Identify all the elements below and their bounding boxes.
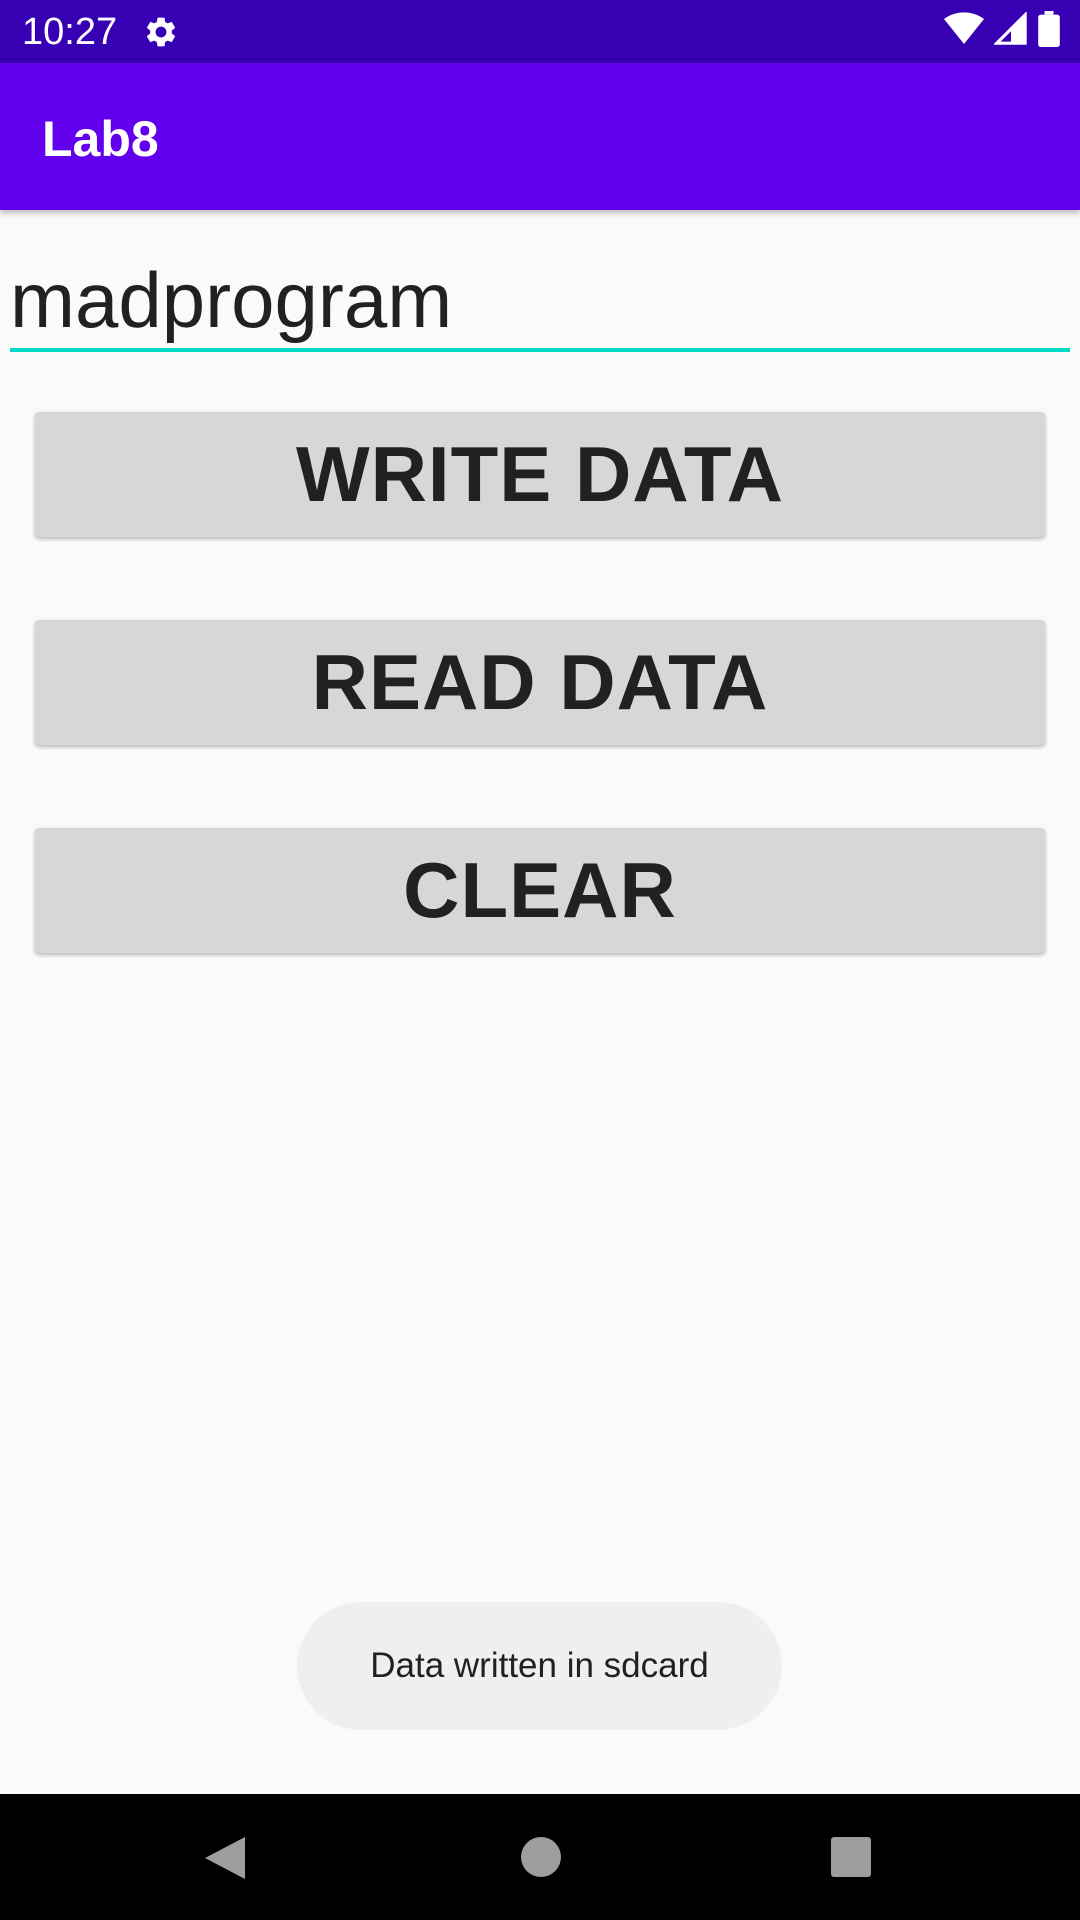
wifi-icon: [944, 11, 984, 51]
status-icons: [944, 10, 1060, 52]
recents-icon[interactable]: [831, 1837, 871, 1877]
write-data-button[interactable]: WRITE DATA: [35, 412, 1045, 537]
clear-button[interactable]: CLEAR: [35, 828, 1045, 953]
signal-icon: [993, 10, 1028, 51]
app-bar: Lab8: [0, 63, 1080, 210]
gear-icon: [143, 14, 179, 50]
app-title: Lab8: [42, 111, 159, 167]
app-screen: 10:27 Lab8 madprogram WRITE DATA READ DA…: [0, 0, 1080, 1920]
navigation-bar: [0, 1794, 1080, 1920]
toast-message: Data written in sdcard: [297, 1602, 782, 1730]
status-bar: 10:27: [0, 0, 1080, 63]
data-input-value[interactable]: madprogram: [10, 254, 452, 346]
read-data-button[interactable]: READ DATA: [35, 620, 1045, 745]
battery-icon: [1038, 10, 1060, 52]
status-time: 10:27: [22, 11, 118, 53]
data-input-field[interactable]: madprogram: [10, 236, 1070, 352]
home-icon[interactable]: [521, 1837, 561, 1877]
back-icon[interactable]: [203, 1835, 247, 1881]
